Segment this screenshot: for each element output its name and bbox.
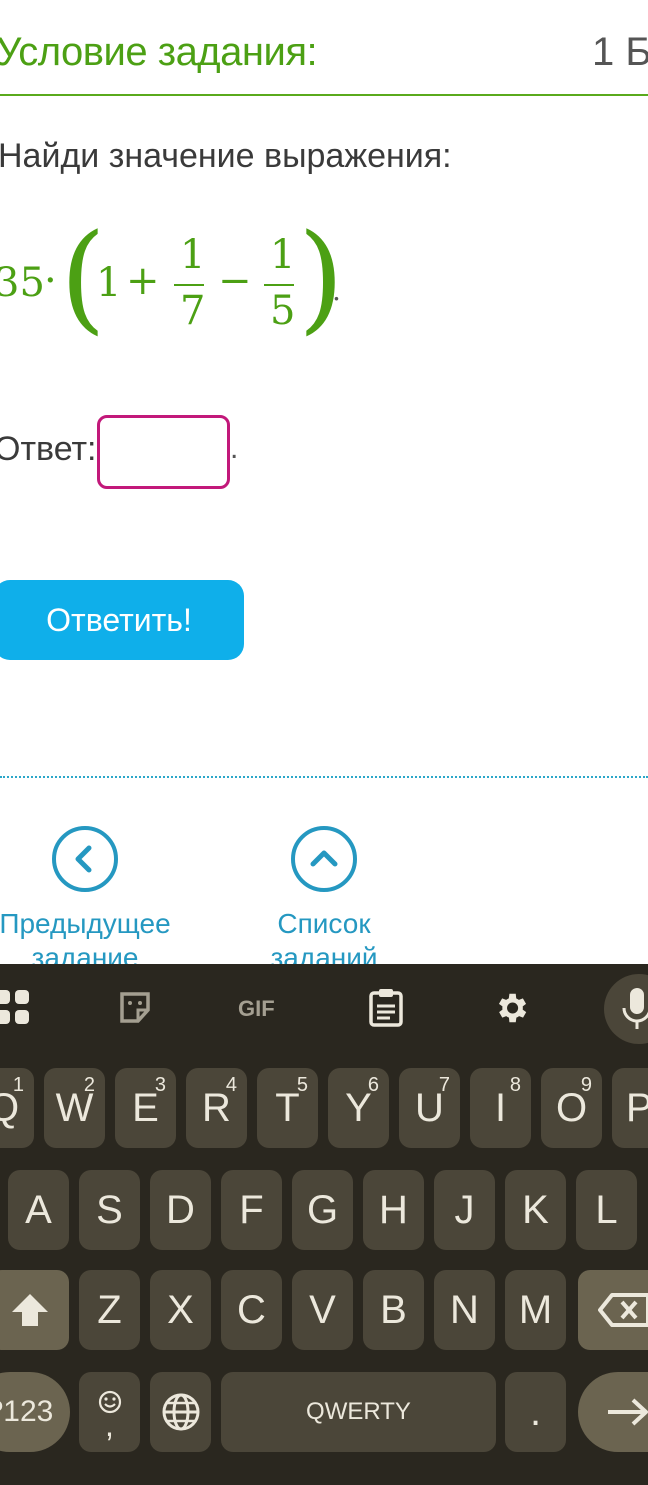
key-h[interactable]: H — [363, 1170, 424, 1250]
key-i[interactable]: I8 — [470, 1068, 531, 1148]
fraction1-numerator: 1 — [180, 232, 206, 278]
key-n[interactable]: N — [434, 1270, 495, 1350]
key-v[interactable]: V — [292, 1270, 353, 1350]
space-bar[interactable]: QWERTY — [221, 1372, 496, 1452]
globe-icon — [162, 1393, 199, 1431]
key-m[interactable]: M — [505, 1270, 566, 1350]
chevron-up-circle-icon — [291, 826, 357, 892]
answer-end-dot: . — [230, 432, 239, 465]
key-x[interactable]: X — [150, 1270, 211, 1350]
answer-label: Ответ: — [0, 430, 97, 468]
language-key[interactable] — [150, 1372, 211, 1452]
key-k[interactable]: K — [505, 1170, 566, 1250]
key-y[interactable]: Y6 — [328, 1068, 389, 1148]
key-q[interactable]: Q1 — [0, 1068, 34, 1148]
fraction2-denominator: 5 — [270, 288, 296, 334]
task-list-button[interactable]: Список заданий — [224, 826, 424, 975]
key-a[interactable]: A — [8, 1170, 69, 1250]
key-f[interactable]: F — [221, 1170, 282, 1250]
task-points: 1 Б. — [592, 30, 648, 74]
enter-key[interactable] — [578, 1372, 648, 1452]
gif-button[interactable]: GIF — [238, 996, 275, 1022]
settings-gear-icon[interactable] — [492, 989, 530, 1032]
submit-button[interactable]: Ответить! — [0, 580, 244, 660]
math-plus: + — [126, 258, 160, 304]
period-key[interactable]: . — [505, 1372, 566, 1452]
comma-label: , — [105, 1407, 114, 1443]
backspace-icon — [598, 1293, 648, 1327]
answer-input[interactable] — [97, 415, 230, 489]
task-header: Условие задания: 1 Б. — [0, 0, 648, 96]
key-j[interactable]: J — [434, 1170, 495, 1250]
math-coefficient: 35 — [0, 260, 45, 306]
key-w[interactable]: W2 — [44, 1068, 105, 1148]
sticker-icon[interactable] — [118, 990, 154, 1031]
fraction1-bar — [174, 284, 204, 286]
math-end-dot: . — [332, 274, 341, 307]
key-s[interactable]: S — [79, 1170, 140, 1250]
math-one: 1 — [96, 260, 122, 306]
clipboard-icon[interactable] — [368, 988, 404, 1033]
fraction2-bar — [264, 284, 294, 286]
key-o[interactable]: O9 — [541, 1068, 602, 1148]
shift-key[interactable] — [0, 1270, 69, 1350]
chevron-left-circle-icon — [52, 826, 118, 892]
previous-task-button[interactable]: Предыдущее задание — [0, 826, 185, 975]
key-c[interactable]: C — [221, 1270, 282, 1350]
key-t[interactable]: T5 — [257, 1068, 318, 1148]
key-r[interactable]: R4 — [186, 1068, 247, 1148]
task-prompt: Найди значение выражения: — [0, 137, 452, 175]
math-dot: · — [44, 258, 57, 304]
task-title: Условие задания: — [0, 30, 318, 74]
arrow-right-icon — [608, 1398, 648, 1426]
fraction2-numerator: 1 — [270, 232, 296, 278]
key-d[interactable]: D — [150, 1170, 211, 1250]
apps-grid-icon[interactable] — [0, 990, 32, 1033]
shift-arrow-icon — [11, 1294, 48, 1326]
dotted-divider — [0, 776, 648, 778]
key-e[interactable]: E3 — [115, 1068, 176, 1148]
key-u[interactable]: U7 — [399, 1068, 460, 1148]
key-z[interactable]: Z — [79, 1270, 140, 1350]
math-minus: − — [218, 258, 252, 304]
fraction1-denominator: 7 — [180, 288, 206, 334]
key-p[interactable]: P — [612, 1068, 648, 1148]
backspace-key[interactable] — [578, 1270, 648, 1350]
key-b[interactable]: B — [363, 1270, 424, 1350]
key-g[interactable]: G — [292, 1170, 353, 1250]
emoji-comma-key[interactable]: , — [79, 1372, 140, 1452]
key-l[interactable]: L — [576, 1170, 637, 1250]
